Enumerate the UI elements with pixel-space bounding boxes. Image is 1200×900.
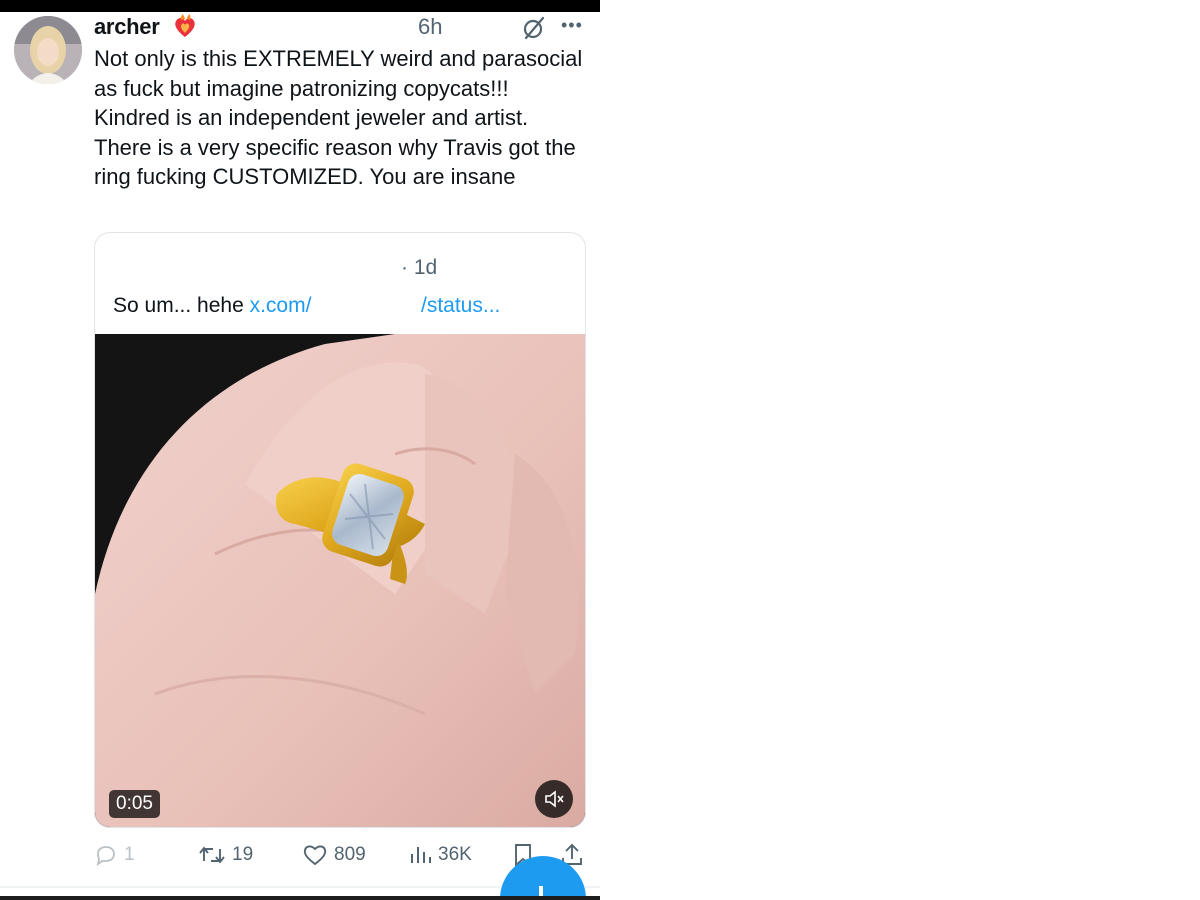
avatar[interactable] [14, 16, 82, 84]
reply-button[interactable]: 1 [94, 838, 135, 872]
quoted-post[interactable]: · 1d So um... hehe x.com/ /status... 0:0… [94, 232, 586, 828]
post-text: Not only is this EXTREMELY weird and par… [94, 46, 583, 189]
mute-icon [545, 790, 564, 808]
reply-count: 1 [124, 844, 135, 865]
like-count: 809 [334, 844, 366, 865]
retweet-count: 19 [232, 844, 254, 865]
author-name[interactable]: archer [94, 14, 160, 40]
views-icon [411, 847, 431, 863]
grok-icon[interactable] [522, 16, 546, 40]
reply-icon [96, 846, 115, 867]
video-frame [95, 334, 585, 827]
video-duration: 0:05 [109, 790, 160, 818]
quoted-post-time: · 1d [401, 256, 438, 279]
quoted-post-text: So um... hehe x.com/ [113, 294, 311, 318]
retweet-button[interactable]: 19 [198, 838, 253, 872]
views-button[interactable]: 36K [408, 838, 472, 872]
quoted-post-link-status[interactable]: /status... [421, 294, 500, 318]
more-icon[interactable]: ••• [561, 15, 583, 36]
mute-button[interactable] [535, 780, 573, 818]
like-button[interactable]: 809 [302, 838, 366, 872]
post-time: 6h [418, 14, 443, 39]
quoted-post-body: So um... hehe [113, 294, 250, 317]
heart-icon [303, 845, 327, 866]
blank-area [600, 0, 1200, 900]
bottom-bar [0, 896, 600, 900]
quoted-post-link[interactable]: x.com/ [250, 294, 312, 317]
view-count: 36K [438, 844, 472, 865]
status-bar [0, 0, 600, 12]
video-player[interactable]: 0:05 [95, 334, 585, 827]
retweet-icon [199, 846, 225, 864]
heart-on-fire-icon [175, 14, 195, 37]
